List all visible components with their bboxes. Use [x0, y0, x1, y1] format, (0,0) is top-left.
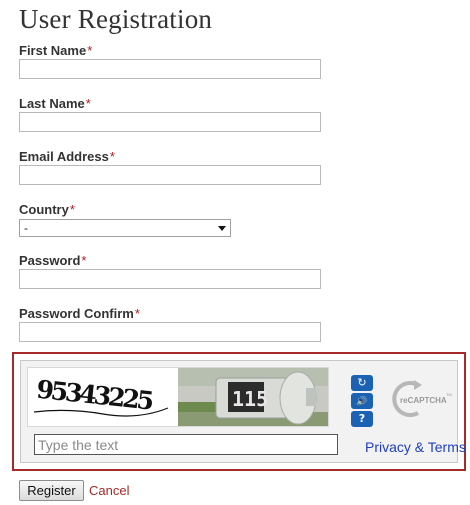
password-field[interactable]	[19, 269, 321, 289]
last-name-label: Last Name*	[19, 96, 91, 111]
recaptcha-logo-tm: TM	[446, 392, 452, 397]
refresh-icon: ↻	[357, 376, 367, 389]
country-label-text: Country	[19, 202, 69, 217]
captcha-challenge-text: 95343225	[35, 375, 154, 416]
required-marker: *	[87, 43, 93, 58]
password-label-text: Password	[19, 253, 81, 268]
captcha-panel: 95343225 115 ↻ 🔊 ? reCAPTCHA TM Type the…	[20, 360, 466, 463]
captcha-photo-image: 115	[178, 368, 328, 426]
captcha-photo-number: 115	[232, 387, 268, 411]
captcha-widget: 95343225 115 ↻ 🔊 ? reCAPTCHA TM Type the…	[12, 352, 466, 471]
chevron-down-icon	[218, 226, 226, 231]
password-confirm-label-text: Password Confirm	[19, 306, 134, 321]
password-label: Password*	[19, 253, 86, 268]
first-name-label: First Name*	[19, 43, 92, 58]
password-confirm-field[interactable]	[19, 322, 321, 342]
email-label: Email Address*	[19, 149, 115, 164]
page-title: User Registration	[19, 4, 213, 34]
recaptcha-logo-text: reCAPTCHA	[400, 396, 447, 405]
last-name-field[interactable]	[19, 112, 321, 132]
cancel-link[interactable]: Cancel	[89, 483, 129, 498]
required-marker: *	[81, 253, 87, 268]
recaptcha-logo: reCAPTCHA TM	[392, 380, 452, 417]
country-selected-value: -	[24, 221, 28, 235]
country-label: Country*	[19, 202, 75, 217]
required-marker: *	[85, 96, 91, 111]
captcha-response-input[interactable]	[34, 434, 338, 455]
privacy-terms-link[interactable]: Privacy & Terms	[365, 439, 466, 455]
register-button[interactable]: Register	[19, 480, 84, 501]
email-label-text: Email Address	[19, 149, 109, 164]
email-field[interactable]	[19, 165, 321, 185]
audio-icon: 🔊	[356, 397, 368, 407]
refresh-button[interactable]: ↻	[351, 375, 373, 391]
country-select[interactable]: -	[19, 219, 231, 237]
last-name-label-text: Last Name	[19, 96, 85, 111]
help-button[interactable]: ?	[351, 411, 373, 427]
required-marker: *	[69, 202, 75, 217]
required-marker: *	[109, 149, 115, 164]
first-name-label-text: First Name	[19, 43, 87, 58]
captcha-challenge: 95343225 115	[27, 367, 329, 427]
audio-button[interactable]: 🔊	[351, 393, 373, 409]
first-name-field[interactable]	[19, 59, 321, 79]
required-marker: *	[134, 306, 140, 321]
captcha-distorted-text-image: 95343225	[28, 368, 178, 426]
help-icon: ?	[358, 412, 366, 425]
password-confirm-label: Password Confirm*	[19, 306, 140, 321]
